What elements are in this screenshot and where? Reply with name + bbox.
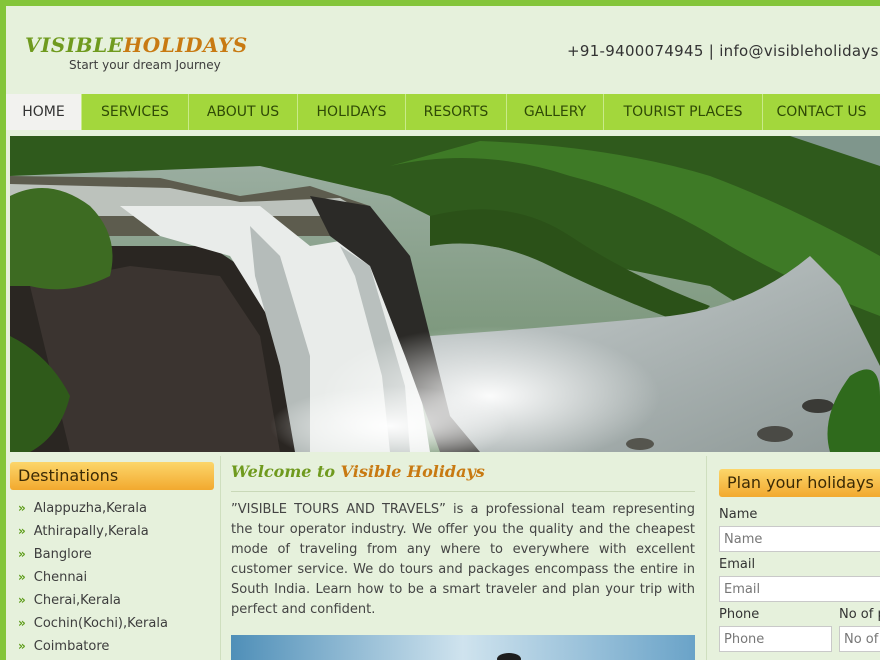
welcome-heading-brand: Visible Holidays [340,462,485,481]
featured-image-illustration [231,635,695,660]
phone-field[interactable] [719,626,832,652]
nav-contact-us[interactable]: CONTACT US [763,94,880,130]
nav-resorts[interactable]: RESORTS [406,94,507,130]
destination-item[interactable]: » Athirapally,Kerala [18,520,149,542]
bullet-icon: » [18,501,26,515]
waterfall-illustration [10,136,880,452]
destination-item[interactable]: » Alappuzha,Kerala [18,497,147,519]
destination-label: Banglore [33,547,92,562]
bullet-icon: » [18,616,26,630]
destination-item[interactable]: » Chennai [18,566,87,588]
nav-gallery[interactable]: GALLERY [507,94,604,130]
contact-info: +91-9400074945 | info@visibleholidays.c [567,42,880,60]
welcome-heading-prefix: Welcome to [231,462,336,481]
people-count-label: No of p [839,607,880,622]
plan-holidays-form: Plan your holidays Name Email Phone No o… [706,456,880,660]
nav-holidays[interactable]: HOLIDAYS [298,94,406,130]
nav-tourist-places[interactable]: TOURIST PLACES [604,94,763,130]
destination-label: Cherai,Kerala [33,593,121,608]
destination-item[interactable]: » Cochin(Kochi),Kerala [18,612,168,634]
destination-label: Chennai [33,570,88,585]
destination-label: Athirapally,Kerala [33,524,149,539]
nav-home[interactable]: HOME [6,94,82,130]
nav-services[interactable]: SERVICES [82,94,189,130]
name-label: Name [719,507,758,522]
destination-item[interactable]: » Cherai,Kerala [18,589,121,611]
email-label: Email [719,557,756,572]
bullet-icon: » [18,524,26,538]
destination-item[interactable]: » Coimbatore [18,635,109,657]
destination-label: Coimbatore [33,639,110,654]
name-field[interactable] [719,526,880,552]
destination-item[interactable]: » Banglore [18,543,92,565]
logo-text-visible: VISIBLE [25,33,124,57]
site-header: VISIBLEHOLIDAYS Start your dream Journey… [6,6,880,94]
logo-text-holidays: HOLIDAYS [123,33,248,57]
bullet-icon: » [18,547,26,561]
welcome-section: Welcome to Visible Holidays ”VISIBLE TOU… [231,456,695,660]
destination-label: Cochin(Kochi),Kerala [33,616,168,631]
featured-image[interactable] [231,635,695,660]
people-count-field[interactable] [839,626,880,652]
intro-paragraph: ”VISIBLE TOURS AND TRAVELS” is a profess… [231,502,695,617]
main-nav: HOME SERVICES ABOUT US HOLIDAYS RESORTS … [6,94,880,130]
site-logo[interactable]: VISIBLEHOLIDAYS [25,33,248,57]
destinations-heading: Destinations [10,462,214,490]
logo-tagline: Start your dream Journey [69,58,221,72]
nav-about-us[interactable]: ABOUT US [189,94,298,130]
phone-label: Phone [719,607,760,622]
hero-waterfall-image [10,136,880,452]
bullet-icon: » [18,639,26,653]
bullet-icon: » [18,570,26,584]
plan-holidays-heading: Plan your holidays [719,469,880,497]
email-field[interactable] [719,576,880,602]
welcome-heading: Welcome to Visible Holidays [231,462,485,481]
bullet-icon: » [18,593,26,607]
destination-label: Alappuzha,Kerala [33,501,147,516]
divider [231,491,695,492]
destinations-sidebar: Destinations » Alappuzha,Kerala » Athirapa… [6,456,221,660]
